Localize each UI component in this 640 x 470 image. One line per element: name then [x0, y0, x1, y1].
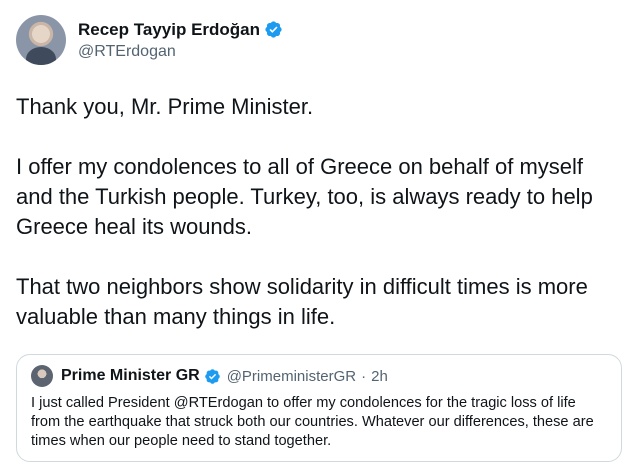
verified-badge-icon: [204, 368, 221, 385]
separator-dot: ·: [361, 367, 367, 385]
author-handle[interactable]: @RTErdogan: [78, 43, 283, 61]
quoted-tweet[interactable]: Prime Minister GR @PrimeministerGR · 2h …: [16, 354, 622, 462]
quoted-tweet-timestamp: 2h: [371, 367, 388, 385]
author-names: Recep Tayyip Erdoğan @RTErdogan: [78, 20, 283, 61]
quoted-author-handle: @PrimeministerGR: [226, 367, 357, 385]
author-avatar[interactable]: [16, 15, 66, 65]
verified-badge-icon: [264, 20, 283, 39]
quoted-tweet-header: Prime Minister GR @PrimeministerGR · 2h: [31, 365, 607, 387]
quoted-author-avatar: [31, 365, 53, 387]
tweet-header: Recep Tayyip Erdoğan @RTErdogan: [16, 12, 283, 68]
tweet-card: Recep Tayyip Erdoğan @RTErdogan Thank yo…: [0, 0, 640, 470]
tweet-paragraph: I offer my condolences to all of Greece …: [16, 154, 593, 239]
quoted-author-display-name: Prime Minister GR: [61, 367, 200, 384]
author-name-row: Recep Tayyip Erdoğan: [78, 20, 283, 40]
author-display-name[interactable]: Recep Tayyip Erdoğan: [78, 20, 260, 40]
tweet-body: Thank you, Mr. Prime Minister. I offer m…: [16, 92, 624, 332]
tweet-paragraph: That two neighbors show solidarity in di…: [16, 274, 588, 329]
quoted-tweet-text: I just called President @RTErdogan to of…: [31, 395, 594, 449]
tweet-paragraph: Thank you, Mr. Prime Minister.: [16, 94, 314, 119]
